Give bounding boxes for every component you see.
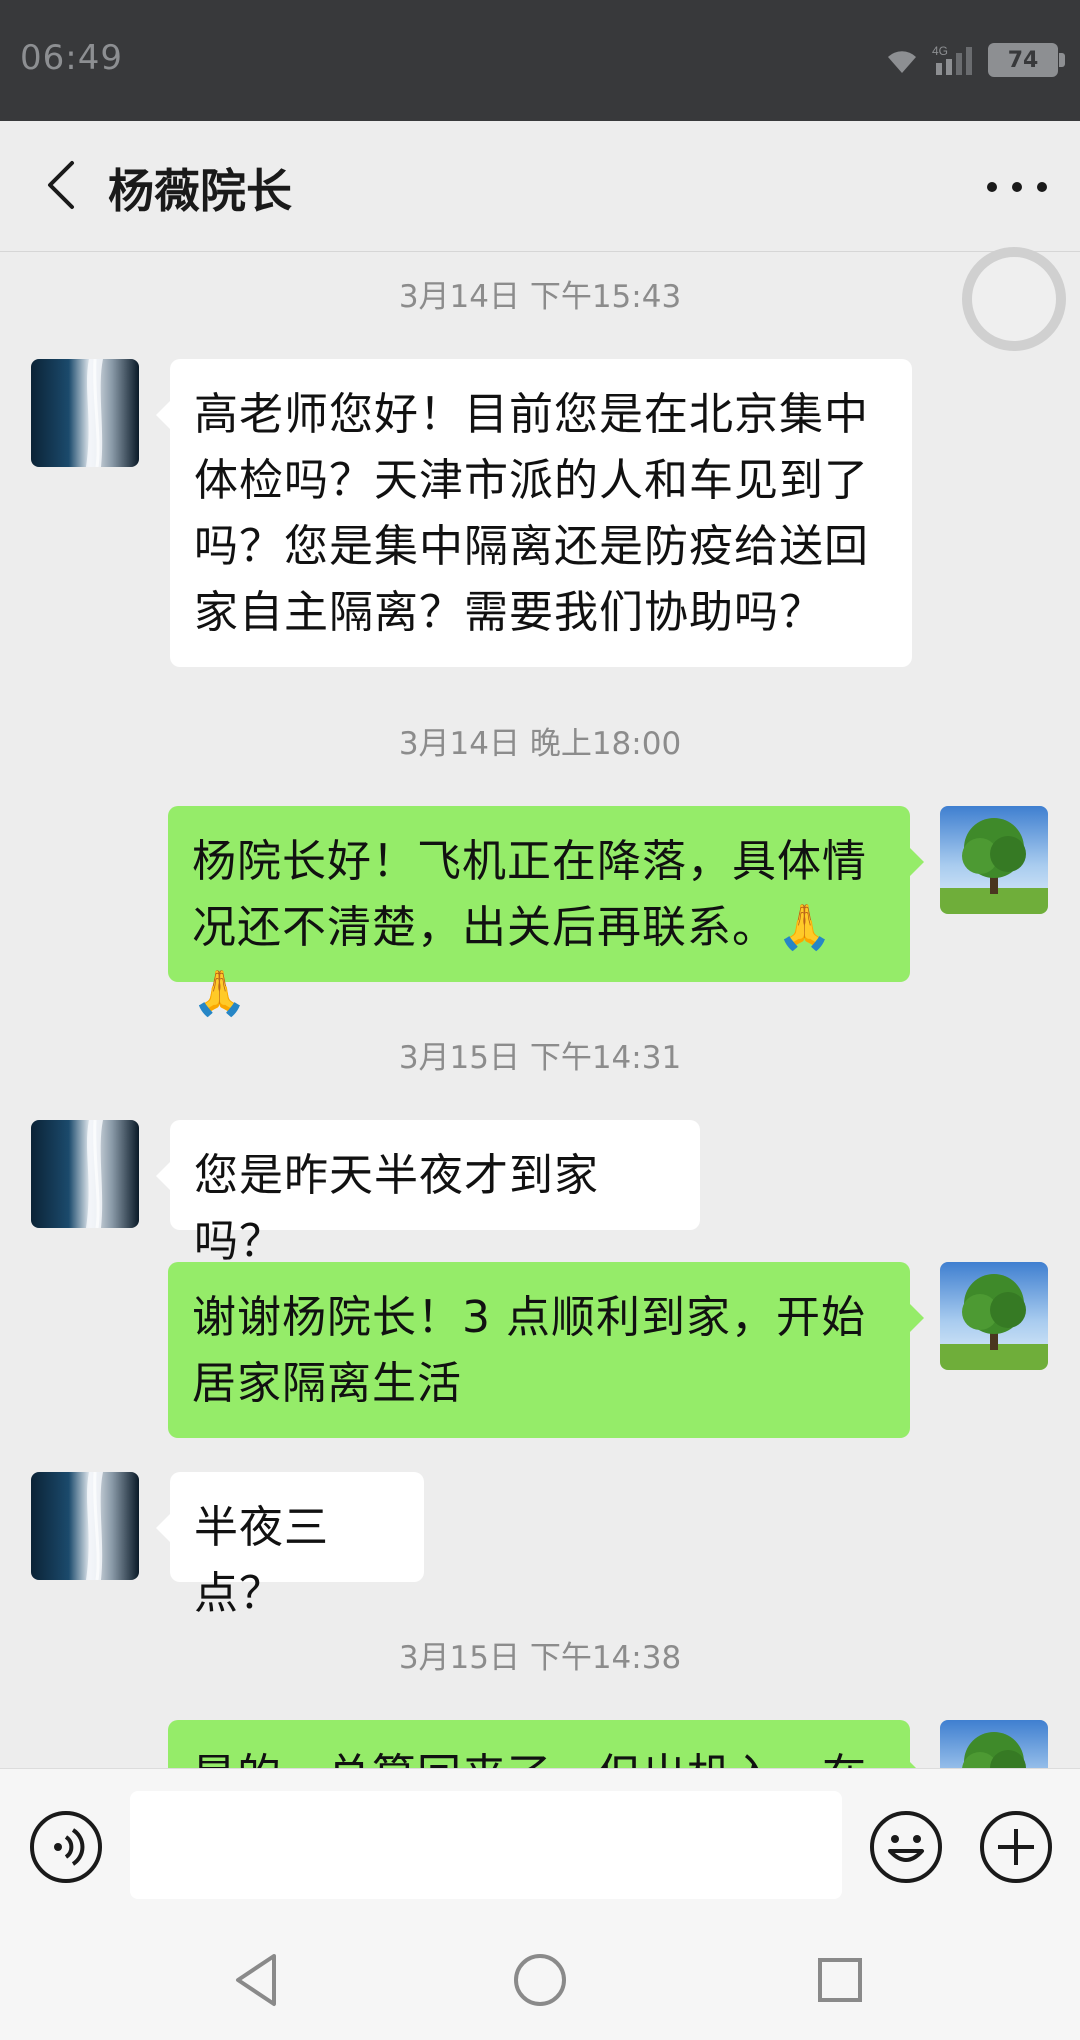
voice-button[interactable] <box>28 1809 104 1885</box>
emoji-button[interactable] <box>868 1809 944 1885</box>
nav-back-button[interactable] <box>226 1948 290 2012</box>
floating-window-button[interactable] <box>962 247 1066 351</box>
received-message-bubble[interactable]: 高老师您好！目前您是在北京集中体检吗？天津市派的人和车见到了吗？您是集中隔离还是… <box>156 359 912 667</box>
battery-level: 74 <box>1007 47 1039 73</box>
status-time: 06:49 <box>20 38 123 78</box>
message-list[interactable]: 3月14日 下午15:43 高老师您好！目前您是在北京集中体检吗？天津市派的人和… <box>0 252 1080 1768</box>
sent-message-bubble[interactable]: 杨院长好！飞机正在降落，具体情况还不清楚，出关后再联系。🙏🙏 <box>168 806 924 1019</box>
received-message-bubble[interactable]: 您是昨天半夜才到家吗？ <box>156 1120 700 1267</box>
wifi-icon <box>888 51 916 73</box>
chat-header: 杨薇院长 <box>0 121 1080 252</box>
plus-icon <box>980 1811 1052 1883</box>
more-functions-button[interactable] <box>978 1809 1054 1885</box>
status-icons: 4G 74 <box>884 40 1065 80</box>
contact-avatar[interactable] <box>31 359 139 467</box>
message-timestamp: 3月14日 晚上18:00 <box>398 726 682 762</box>
more-horizontal-icon <box>987 182 1047 192</box>
my-avatar[interactable] <box>940 806 1048 914</box>
my-avatar[interactable] <box>940 1720 1048 1768</box>
more-button[interactable] <box>980 161 1054 211</box>
my-avatar[interactable] <box>940 1262 1048 1370</box>
message-timestamp: 3月15日 下午14:38 <box>398 1640 682 1676</box>
system-nav-bar <box>0 1920 1080 2040</box>
sent-message-bubble[interactable]: 是的，总算回来了，但出机入，在 <box>168 1720 924 1768</box>
nav-recents-button[interactable] <box>808 1948 872 2012</box>
chevron-left-icon <box>48 161 74 209</box>
contact-avatar[interactable] <box>31 1120 139 1228</box>
triangle-back-icon <box>236 1954 276 2006</box>
emoji-icon <box>870 1811 942 1883</box>
message-timestamp: 3月15日 下午14:31 <box>398 1040 682 1076</box>
message-input[interactable] <box>130 1791 842 1899</box>
input-bar <box>0 1768 1080 1921</box>
received-message-bubble[interactable]: 半夜三点？ <box>156 1472 424 1619</box>
voice-icon <box>30 1811 102 1883</box>
contact-avatar[interactable] <box>31 1472 139 1580</box>
sent-message-bubble[interactable]: 谢谢杨院长！3 点顺利到家，开始居家隔离生活 <box>168 1262 924 1438</box>
square-recents-icon <box>818 1958 862 2002</box>
network-type-label: 4G <box>932 44 948 58</box>
signal-icon: 4G <box>932 44 972 75</box>
circle-home-icon <box>514 1954 566 2006</box>
status-bar: 06:49 4G 74 <box>0 0 1080 121</box>
battery-icon: 74 <box>988 43 1065 77</box>
chat-title: 杨薇院长 <box>108 164 292 218</box>
back-button[interactable] <box>30 153 94 217</box>
nav-home-button[interactable] <box>508 1948 572 2012</box>
message-timestamp: 3月14日 下午15:43 <box>398 279 682 315</box>
